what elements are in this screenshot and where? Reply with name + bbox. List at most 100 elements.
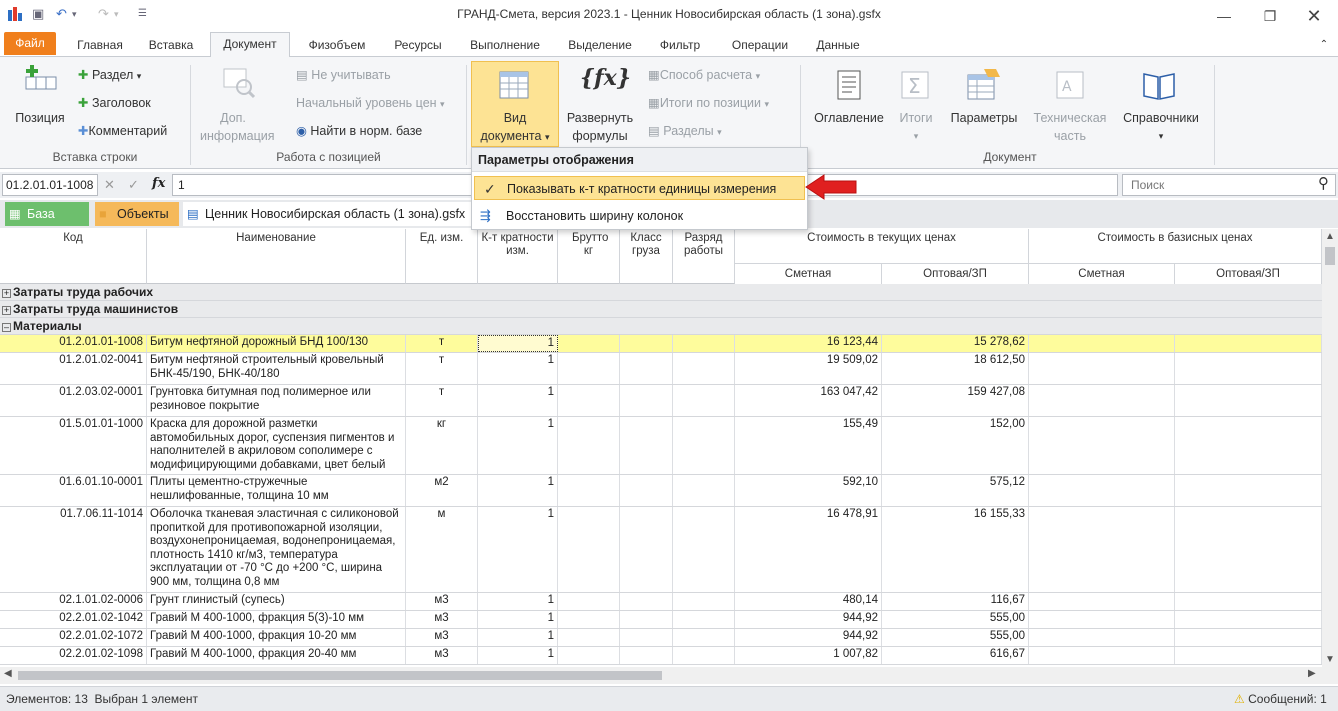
fx-icon[interactable]: fx bbox=[152, 176, 165, 191]
parameters-button[interactable]: Параметры bbox=[946, 109, 1022, 127]
expand-formulas-button[interactable]: Развернуть формулы bbox=[562, 109, 638, 145]
scroll-left-icon[interactable]: ◀ bbox=[4, 668, 12, 679]
contents-button[interactable]: Оглавление bbox=[810, 109, 888, 127]
calc-method-button[interactable]: ▦Способ расчета ▾ bbox=[648, 66, 760, 85]
table-row[interactable]: 01.5.01.01-1000 Краска для дорожной разме… bbox=[0, 417, 1322, 475]
cell-k[interactable]: 1 bbox=[478, 353, 558, 384]
tech-part-button[interactable]: Техническая часть bbox=[1026, 109, 1114, 145]
scroll-right-icon[interactable]: ▶ bbox=[1308, 668, 1316, 679]
tab-document[interactable]: Документ bbox=[210, 32, 290, 58]
expand-icon[interactable]: + bbox=[2, 306, 11, 315]
col-base-smetnaya[interactable]: Сметная bbox=[1029, 263, 1175, 284]
cancel-edit-icon[interactable]: ✕ bbox=[104, 177, 115, 193]
table-row[interactable]: 01.2.01.02-0041 Битум нефтяной строительн… bbox=[0, 353, 1322, 385]
references-button[interactable]: Справочники ▾ bbox=[1116, 109, 1206, 145]
cell-k[interactable]: 1 bbox=[478, 507, 558, 592]
col-current-optovaya[interactable]: Оптовая/ЗП bbox=[882, 263, 1029, 284]
extra-info-button[interactable]: Доп. информация bbox=[200, 109, 275, 145]
header-button[interactable]: ✚ Заголовок bbox=[78, 94, 151, 112]
position-button[interactable]: Позиция bbox=[10, 109, 70, 127]
confirm-edit-icon[interactable]: ✓ bbox=[128, 177, 139, 193]
comment-button[interactable]: ✚Комментарий bbox=[78, 122, 167, 140]
sections-button[interactable]: ▤ Разделы ▾ bbox=[648, 122, 722, 141]
tab-home[interactable]: Главная bbox=[70, 34, 130, 57]
ignore-button[interactable]: ▤ Не учитывать bbox=[296, 66, 391, 84]
search-icon[interactable]: ⚲ bbox=[1318, 174, 1329, 192]
section-button[interactable]: ✚ Раздел ▾ bbox=[78, 66, 141, 85]
tab-operations[interactable]: Операции bbox=[722, 34, 798, 57]
tab-current-document[interactable]: ▤ Ценник Новосибирская область (1 зона).g… bbox=[183, 202, 473, 226]
expand-icon[interactable]: + bbox=[2, 289, 11, 298]
section-row[interactable]: + Затраты труда машинистов bbox=[0, 301, 1322, 318]
tab-objects[interactable]: ■ Объекты bbox=[95, 202, 179, 226]
extra-info-label-1: Доп. bbox=[220, 111, 246, 125]
restore-button[interactable]: ❐ bbox=[1250, 4, 1290, 28]
tab-filter[interactable]: Фильтр bbox=[652, 34, 708, 57]
scroll-thumb[interactable] bbox=[18, 671, 662, 680]
cell-address[interactable]: 01.2.01.01-1008 bbox=[2, 174, 98, 196]
col-base-optovaya[interactable]: Оптовая/ЗП bbox=[1175, 263, 1322, 284]
tab-selection[interactable]: Выделение bbox=[560, 34, 640, 57]
table-row[interactable]: 01.2.03.02-0001 Грунтовка битумная под по… bbox=[0, 385, 1322, 417]
col-k[interactable]: К-т кратности изм. bbox=[478, 229, 558, 284]
scroll-down-icon[interactable]: ▼ bbox=[1325, 654, 1335, 665]
table-row[interactable]: 01.6.01.10-0001 Плиты цементно-стружечные… bbox=[0, 475, 1322, 507]
table-row[interactable]: 01.2.01.01-1008 Битум нефтяной дорожный Б… bbox=[0, 335, 1322, 353]
col-code[interactable]: Код bbox=[0, 229, 147, 284]
table-row[interactable]: 01.7.06.11-1014 Оболочка тканевая эластич… bbox=[0, 507, 1322, 593]
collapse-icon[interactable]: – bbox=[2, 323, 11, 332]
find-in-base-button[interactable]: ◉ Найти в норм. базе bbox=[296, 122, 422, 140]
chevron-down-icon: ▾ bbox=[544, 132, 550, 142]
cell-k[interactable]: 1 bbox=[478, 475, 558, 506]
col-name[interactable]: Наименование bbox=[147, 229, 406, 284]
tab-base[interactable]: ▦ База bbox=[5, 202, 89, 226]
col-unit[interactable]: Ед. изм. bbox=[406, 229, 478, 284]
data-grid[interactable]: Код Наименование Ед. изм. К-т кратности … bbox=[0, 229, 1322, 667]
show-unit-coefficient-item[interactable]: ✓ Показывать к-т кратности единицы измер… bbox=[474, 176, 805, 200]
position-totals-button[interactable]: ▦Итоги по позиции ▾ bbox=[648, 94, 769, 113]
search-input[interactable]: Поиск bbox=[1122, 174, 1336, 196]
cell-k[interactable]: 1 bbox=[478, 611, 558, 628]
cell-k[interactable]: 1 bbox=[478, 647, 558, 664]
totals-button[interactable]: Итоги ▾ bbox=[888, 109, 944, 145]
cell-class bbox=[620, 507, 673, 592]
vertical-scrollbar[interactable]: ▲ ▼ bbox=[1322, 229, 1338, 667]
table-row[interactable]: 02.2.01.02-1042 Гравий М 400-1000, фракци… bbox=[0, 611, 1322, 629]
collapse-ribbon-icon[interactable]: ⌃ bbox=[1316, 34, 1332, 57]
messages-indicator[interactable]: ⚠ Сообщений: 1 bbox=[1234, 687, 1327, 711]
tab-file[interactable]: Файл bbox=[4, 32, 56, 55]
cell-code: 01.2.01.01-1008 bbox=[0, 335, 147, 352]
col-class[interactable]: Класс груза bbox=[620, 229, 673, 284]
table-row[interactable]: 02.2.01.02-1072 Гравий М 400-1000, фракци… bbox=[0, 629, 1322, 647]
col-brutto[interactable]: Брутто кг bbox=[558, 229, 620, 284]
col-current-smetnaya[interactable]: Сметная bbox=[735, 263, 882, 284]
scroll-thumb[interactable] bbox=[1325, 247, 1335, 265]
section-row[interactable]: + Затраты труда рабочих bbox=[0, 284, 1322, 301]
find-in-base-label: Найти в норм. базе bbox=[310, 124, 423, 138]
cell-k[interactable]: 1 bbox=[478, 335, 558, 352]
horizontal-scrollbar[interactable]: ◀ ▶ bbox=[0, 667, 1338, 684]
tab-insert[interactable]: Вставка bbox=[140, 34, 202, 57]
minimize-button[interactable]: — bbox=[1204, 4, 1244, 28]
scroll-up-icon[interactable]: ▲ bbox=[1325, 231, 1335, 242]
initial-price-level-button[interactable]: Начальный уровень цен ▾ bbox=[296, 94, 445, 113]
tab-resources[interactable]: Ресурсы bbox=[386, 34, 450, 57]
cell-k[interactable]: 1 bbox=[478, 385, 558, 416]
col-razryad[interactable]: Разряд работы bbox=[673, 229, 735, 284]
cell-razryad bbox=[673, 593, 735, 610]
cell-k[interactable]: 1 bbox=[478, 629, 558, 646]
table-row[interactable]: 02.2.01.02-1098 Гравий М 400-1000, фракци… bbox=[0, 647, 1322, 665]
cell-optovaya: 555,00 bbox=[882, 629, 1029, 646]
cell-base-smetnaya bbox=[1029, 593, 1175, 610]
cell-unit: м bbox=[406, 507, 478, 592]
cell-k[interactable]: 1 bbox=[478, 417, 558, 474]
restore-column-width-item[interactable]: ⇶ Восстановить ширину колонок bbox=[474, 204, 805, 228]
red-arrow-annotation bbox=[804, 173, 858, 201]
cell-k[interactable]: 1 bbox=[478, 593, 558, 610]
tab-execution[interactable]: Выполнение bbox=[462, 34, 548, 57]
tab-volume[interactable]: Физобъем bbox=[298, 34, 376, 57]
close-button[interactable]: ✕ bbox=[1294, 4, 1334, 28]
section-row[interactable]: – Материалы bbox=[0, 318, 1322, 335]
tab-data[interactable]: Данные bbox=[808, 34, 868, 57]
table-row[interactable]: 02.1.01.02-0006 Грунт глинистый (супесь) м… bbox=[0, 593, 1322, 611]
